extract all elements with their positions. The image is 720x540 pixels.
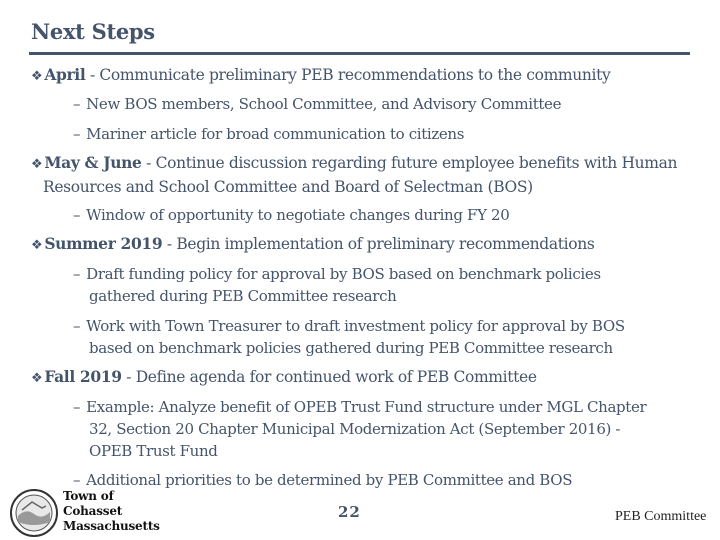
dash-icon: – <box>73 95 81 113</box>
dash-icon: – <box>73 265 81 283</box>
bullet-text: - Begin implementation of preliminary re… <box>162 235 595 253</box>
bullet-text: - Communicate preliminary PEB recommenda… <box>85 66 611 84</box>
diamond-bullet-icon: ❖ <box>31 69 43 84</box>
town-seal-logo-icon <box>10 489 58 537</box>
subbullet: – Window of opportunity to negotiate chan… <box>73 206 510 224</box>
dash-icon: – <box>73 471 81 489</box>
bullet-fall-2019: ❖ Fall 2019 - Define agenda for continued… <box>31 366 537 390</box>
dash-icon: – <box>73 317 81 335</box>
bullet-label: April <box>44 65 86 84</box>
diamond-bullet-icon: ❖ <box>31 157 43 172</box>
dash-icon: – <box>73 206 81 224</box>
bullet-april: ❖ April - Communicate preliminary PEB rec… <box>31 64 611 88</box>
bullet-may-june: ❖ May & June - Continue discussion regard… <box>31 152 677 198</box>
diamond-bullet-icon: ❖ <box>31 238 43 253</box>
dash-icon: – <box>73 125 81 143</box>
subbullet: – Example: Analyze benefit of OPEB Trust … <box>73 398 647 460</box>
bullet-label: Summer 2019 <box>44 234 163 253</box>
diamond-bullet-icon: ❖ <box>31 371 43 386</box>
slide-title: Next Steps <box>31 19 155 44</box>
title-underline <box>29 52 690 55</box>
dash-icon: – <box>73 398 81 416</box>
footer-text: PEB Committee <box>615 509 707 524</box>
subbullet: – New BOS members, School Committee, and … <box>73 95 562 113</box>
bullet-label: May & June <box>44 153 142 172</box>
subbullet: – Work with Town Treasurer to draft inves… <box>73 317 625 357</box>
page-number: 22 <box>338 503 361 521</box>
subbullet: – Draft funding policy for approval by BO… <box>73 265 601 305</box>
town-name: Town of Cohasset Massachusetts <box>63 489 160 533</box>
subbullet: – Additional priorities to be determined … <box>73 471 573 489</box>
bullet-text: - Continue discussion regarding future e… <box>141 154 678 172</box>
bullet-text: - Define agenda for continued work of PE… <box>121 368 537 386</box>
bullet-text-continued: Resources and School Committee and Board… <box>43 178 533 196</box>
bullet-summer-2019: ❖ Summer 2019 - Begin implementation of p… <box>31 233 595 257</box>
subbullet: – Mariner article for broad communication… <box>73 125 465 143</box>
bullet-label: Fall 2019 <box>44 367 122 386</box>
